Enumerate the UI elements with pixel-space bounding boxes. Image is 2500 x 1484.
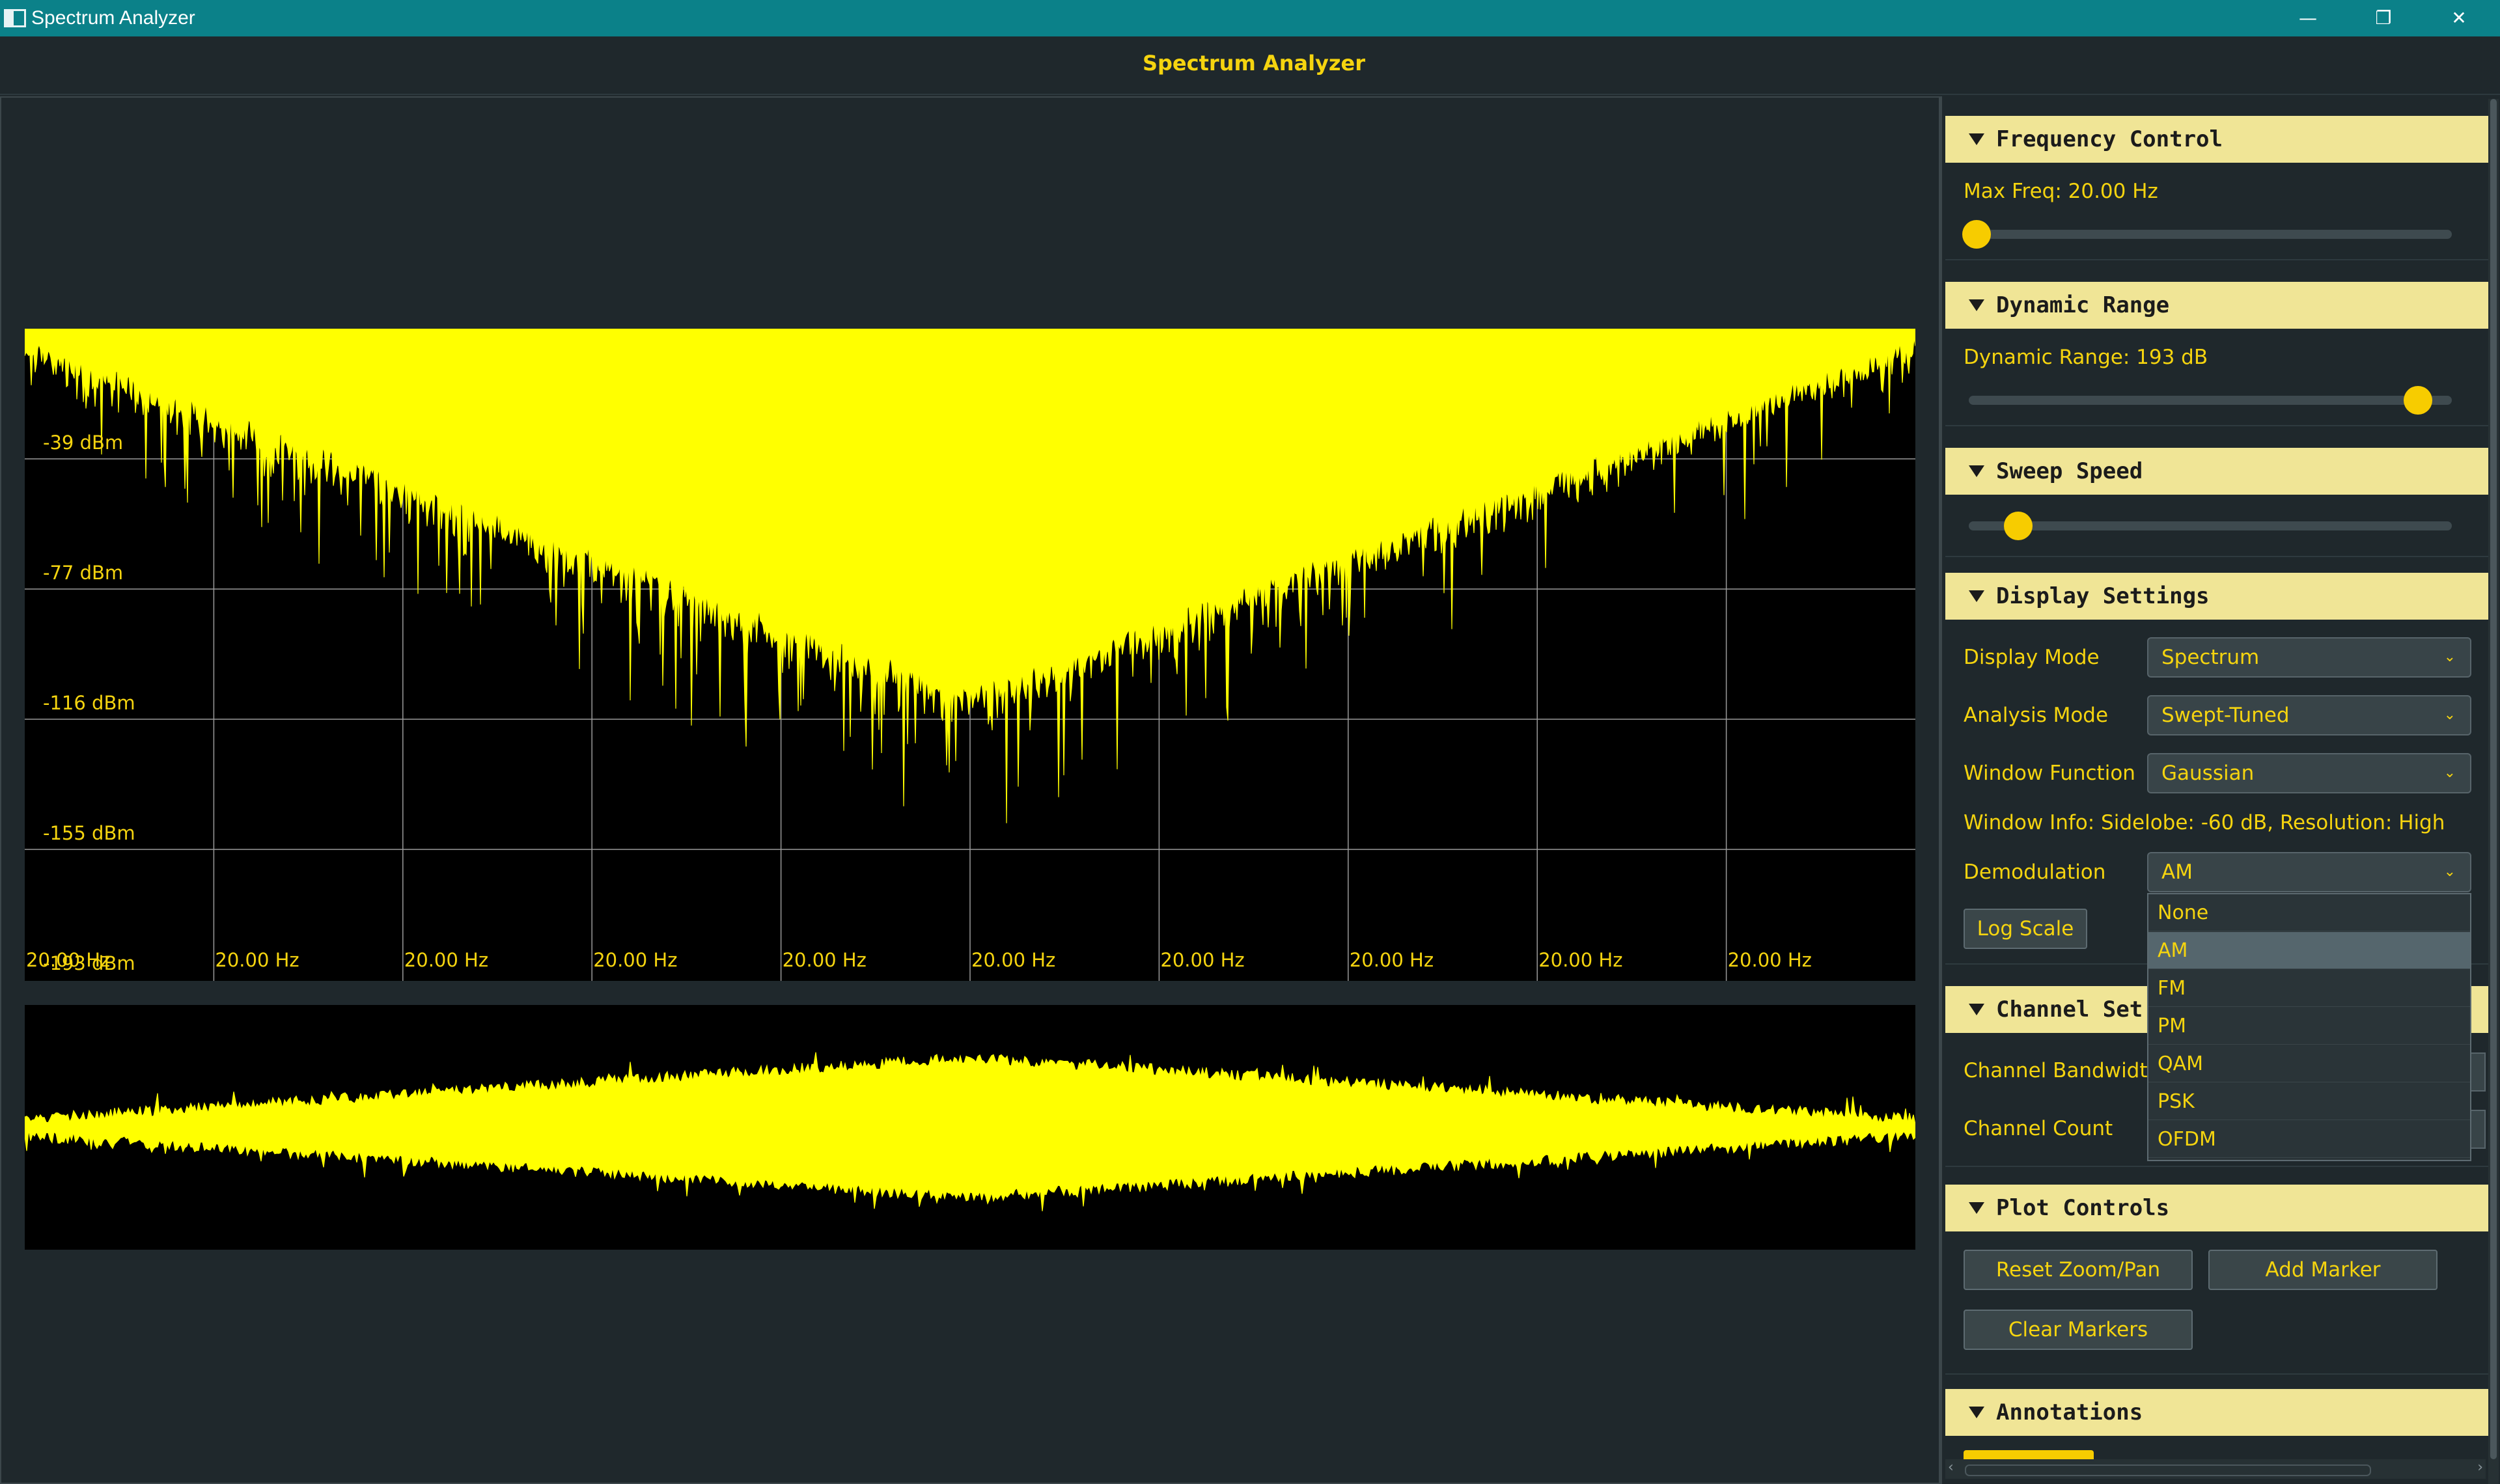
section-annotations[interactable]: Annotations: [1945, 1389, 2493, 1436]
x-axis-tick-label: 20.00 Hz: [215, 949, 299, 971]
demodulation-value: AM: [2161, 860, 2193, 884]
dynamic-range-slider-handle[interactable]: [2404, 386, 2432, 415]
collapse-arrow-icon: [1969, 1202, 1984, 1214]
chevron-down-icon: ⌄: [2443, 765, 2456, 781]
close-button[interactable]: ✕: [2423, 0, 2495, 36]
window-function-select[interactable]: Gaussian ⌄: [2147, 753, 2471, 793]
y-axis-tick-label: -39 dBm: [43, 432, 123, 454]
x-axis-tick-label: 20.00 Hz: [1728, 949, 1812, 971]
time-plot-svg[interactable]: [24, 1005, 1916, 1250]
collapse-arrow-icon: [1969, 299, 1984, 311]
chevron-down-icon: ⌄: [2443, 707, 2456, 723]
x-axis-tick-label: 20.00 Hz: [26, 949, 110, 971]
x-axis-tick-label: 20.00 Hz: [783, 949, 867, 971]
demodulation-label: Demodulation: [1964, 860, 2106, 884]
section-title: Display Settings: [1996, 583, 2210, 609]
add-marker-button[interactable]: Add Marker: [2208, 1250, 2438, 1290]
spectrum-plot[interactable]: -39 dBm -77 dBm -116 dBm -155 dBm -193 dBm 20…: [24, 328, 1916, 981]
max-freq-slider-handle[interactable]: [1962, 220, 1991, 249]
spectrum-plot-svg[interactable]: -39 dBm-77 dBm-116 dBm-155 dBm-193 dBm20…: [24, 328, 1916, 981]
dynamic-range-label: Dynamic Range: 193 dB: [1964, 346, 2208, 369]
frequency-control-body: Max Freq: 20.00 Hz: [1945, 163, 2493, 260]
dropdown-option-am[interactable]: AM: [2148, 932, 2470, 969]
analysis-mode-value: Swept-Tuned: [2161, 704, 2290, 727]
dropdown-option-fm[interactable]: FM: [2148, 970, 2470, 1007]
window-title: Spectrum Analyzer: [31, 7, 195, 29]
panel-vertical-scrollbar[interactable]: [2488, 99, 2499, 1484]
collapse-arrow-icon: [1969, 465, 1984, 477]
app-icon: [4, 9, 26, 27]
dropdown-option-psk[interactable]: PSK: [2148, 1083, 2470, 1120]
analysis-mode-select[interactable]: Swept-Tuned ⌄: [2147, 695, 2471, 735]
dropdown-option-qam[interactable]: QAM: [2148, 1045, 2470, 1082]
app-header: Spectrum Analyzer: [0, 36, 2500, 95]
dropdown-option-none[interactable]: None: [2148, 894, 2470, 931]
sweep-speed-slider[interactable]: [1969, 521, 2452, 530]
reset-zoom-pan-button[interactable]: Reset Zoom/Pan: [1964, 1250, 2193, 1290]
dynamic-range-body: Dynamic Range: 193 dB: [1945, 329, 2493, 426]
app-title: Spectrum Analyzer: [1142, 51, 1366, 76]
x-axis-tick-label: 20.00 Hz: [593, 949, 677, 971]
channel-count-label: Channel Count: [1964, 1117, 2113, 1140]
x-axis-tick-label: 20.00 Hz: [404, 949, 488, 971]
scroll-left-icon[interactable]: ‹: [1948, 1459, 1954, 1476]
demodulation-dropdown-list[interactable]: None AM FM PM QAM PSK OFDM: [2147, 893, 2471, 1161]
x-axis-tick-label: 20.00 Hz: [971, 949, 1055, 971]
collapse-arrow-icon: [1969, 133, 1984, 145]
maximize-button[interactable]: ❐: [2348, 0, 2419, 36]
scroll-right-icon[interactable]: ›: [2477, 1459, 2483, 1476]
analysis-mode-label: Analysis Mode: [1964, 704, 2109, 727]
collapse-arrow-icon: [1969, 590, 1984, 602]
vertical-scroll-thumb[interactable]: [2490, 99, 2497, 1459]
x-axis-tick-label: 20.00 Hz: [1538, 949, 1622, 971]
collapse-arrow-icon: [1969, 1003, 1984, 1015]
section-title: Frequency Control: [1996, 126, 2223, 152]
y-axis-tick-label: -155 dBm: [43, 822, 135, 844]
section-display-settings[interactable]: Display Settings: [1945, 573, 2493, 620]
section-frequency-control[interactable]: Frequency Control: [1945, 116, 2493, 163]
section-sweep-speed[interactable]: Sweep Speed: [1945, 448, 2493, 495]
dynamic-range-slider[interactable]: [1969, 396, 2452, 405]
dropdown-option-ofdm[interactable]: OFDM: [2148, 1121, 2470, 1158]
collapse-arrow-icon: [1969, 1406, 1984, 1418]
section-title: Plot Controls: [1996, 1195, 2170, 1221]
annotations-button-partial[interactable]: [1964, 1450, 2094, 1459]
clear-markers-button[interactable]: Clear Markers: [1964, 1310, 2193, 1350]
section-plot-controls[interactable]: Plot Controls: [1945, 1185, 2493, 1231]
window-info-text: Window Info: Sidelobe: -60 dB, Resolutio…: [1964, 811, 2445, 834]
sweep-speed-body: [1945, 495, 2493, 557]
y-axis-tick-label: -77 dBm: [43, 562, 123, 584]
section-title: Dynamic Range: [1996, 292, 2170, 318]
window-function-value: Gaussian: [2161, 762, 2255, 785]
max-freq-slider[interactable]: [1969, 230, 2452, 239]
chevron-down-icon: ⌄: [2443, 649, 2456, 665]
x-axis-tick-label: 20.00 Hz: [1350, 949, 1434, 971]
log-scale-button[interactable]: Log Scale: [1964, 909, 2087, 949]
panel-horizontal-scrollbar[interactable]: ‹ ›: [1945, 1459, 2486, 1479]
plot-controls-body: Reset Zoom/Pan Add Marker Clear Markers: [1945, 1231, 2493, 1375]
demodulation-select[interactable]: AM ⌄: [2147, 852, 2471, 892]
section-title: Sweep Speed: [1996, 458, 2143, 484]
time-domain-plot[interactable]: [24, 1005, 1916, 1250]
window-titlebar: Spectrum Analyzer — ❐ ✕: [0, 0, 2500, 36]
y-axis-tick-label: -116 dBm: [43, 692, 135, 714]
max-freq-label: Max Freq: 20.00 Hz: [1964, 180, 2158, 203]
display-mode-label: Display Mode: [1964, 646, 2100, 669]
channel-bandwidth-label: Channel Bandwidth: [1964, 1059, 2161, 1082]
minimize-button[interactable]: —: [2272, 0, 2344, 36]
x-axis-tick-label: 20.00 Hz: [1160, 949, 1244, 971]
window-function-label: Window Function: [1964, 762, 2135, 785]
section-title: Channel Set: [1996, 996, 2143, 1023]
section-title: Annotations: [1996, 1399, 2143, 1425]
sweep-speed-slider-handle[interactable]: [2004, 512, 2033, 540]
section-dynamic-range[interactable]: Dynamic Range: [1945, 282, 2493, 329]
chevron-down-icon: ⌄: [2443, 864, 2456, 880]
display-mode-value: Spectrum: [2161, 646, 2260, 669]
horizontal-scroll-thumb[interactable]: [1965, 1464, 2371, 1476]
display-mode-select[interactable]: Spectrum ⌄: [2147, 637, 2471, 678]
dropdown-option-pm[interactable]: PM: [2148, 1008, 2470, 1045]
time-domain-trace: [24, 1052, 1916, 1211]
